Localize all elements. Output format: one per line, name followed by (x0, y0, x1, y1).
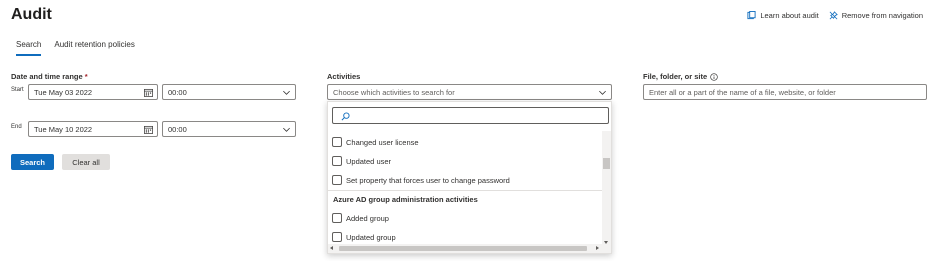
start-date-value: Tue May 03 2022 (34, 87, 93, 97)
file-filter-label-text: File, folder, or site (643, 72, 708, 81)
learn-about-audit-link[interactable]: Learn about audit (747, 11, 819, 20)
end-time-value: 00:00 (168, 124, 187, 134)
activity-option-label: Set property that forces user to change … (346, 175, 510, 185)
checkbox[interactable] (332, 175, 342, 185)
scroll-left-arrow-icon[interactable] (330, 246, 333, 250)
horizontal-scroll-thumb[interactable] (339, 246, 587, 251)
activity-option[interactable]: Changed user license (332, 137, 419, 147)
end-time-dropdown[interactable]: 00:00 (162, 121, 296, 137)
end-date-value: Tue May 10 2022 (34, 124, 93, 134)
learn-about-audit-label: Learn about audit (760, 11, 819, 20)
end-date-input[interactable]: Tue May 10 2022 (28, 121, 158, 137)
search-icon (341, 112, 350, 121)
file-filter-label: File, folder, or site (643, 72, 718, 81)
tab-audit-retention-policies[interactable]: Audit retention policies (54, 40, 135, 56)
unpin-icon (829, 11, 838, 20)
activity-option-label: Changed user license (346, 137, 419, 147)
end-label: End (11, 124, 22, 130)
file-filter-placeholder: Enter all or a part of the name of a fil… (649, 87, 836, 97)
date-range-label-text: Date and time range (11, 72, 83, 81)
calendar-icon[interactable] (144, 88, 153, 97)
start-time-dropdown[interactable]: 00:00 (162, 84, 296, 100)
start-time-value: 00:00 (168, 87, 187, 97)
calendar-icon[interactable] (144, 125, 153, 134)
activity-option-label: Updated group (346, 232, 396, 242)
remove-from-navigation-link[interactable]: Remove from navigation (829, 11, 923, 20)
chevron-down-icon (599, 90, 606, 95)
horizontal-scrollbar[interactable] (328, 244, 611, 253)
activities-label: Activities (327, 72, 361, 81)
activities-dropdown-panel: Changed user license Updated user Set pr… (327, 101, 612, 254)
info-icon[interactable] (710, 72, 718, 81)
page-title: Audit (11, 6, 52, 23)
activity-option-label: Added group (346, 213, 389, 223)
start-label: Start (11, 87, 24, 93)
required-mark: * (84, 72, 88, 81)
activities-search-input[interactable] (332, 107, 609, 124)
group-divider (328, 190, 603, 191)
activity-option-label: Updated user (346, 156, 392, 166)
chevron-down-icon (283, 90, 290, 95)
checkbox[interactable] (332, 213, 342, 223)
activity-group-header: Azure AD group administration activities (333, 195, 478, 204)
tab-bar: Search Audit retention policies (16, 40, 135, 56)
top-links: Learn about audit Remove from navigation (747, 11, 923, 20)
scroll-right-arrow-icon[interactable] (596, 246, 599, 250)
file-folder-site-input[interactable]: Enter all or a part of the name of a fil… (643, 84, 927, 100)
learn-icon (747, 11, 756, 20)
checkbox[interactable] (332, 156, 342, 166)
date-range-label: Date and time range * (11, 72, 88, 81)
search-button[interactable]: Search (11, 154, 54, 170)
activities-placeholder: Choose which activities to search for (333, 87, 455, 97)
activities-dropdown[interactable]: Choose which activities to search for (327, 84, 612, 100)
vertical-scrollbar[interactable] (602, 131, 611, 246)
checkbox[interactable] (332, 232, 342, 242)
activity-option[interactable]: Updated user (332, 156, 391, 166)
chevron-down-icon (283, 127, 290, 132)
activity-option[interactable]: Set property that forces user to change … (332, 175, 510, 185)
start-date-input[interactable]: Tue May 03 2022 (28, 84, 158, 100)
remove-from-navigation-label: Remove from navigation (841, 11, 923, 20)
activity-option[interactable]: Added group (332, 213, 389, 223)
clear-all-button[interactable]: Clear all (62, 154, 110, 170)
vertical-scroll-thumb[interactable] (603, 158, 610, 169)
checkbox[interactable] (332, 137, 342, 147)
activity-option[interactable]: Updated group (332, 232, 396, 242)
tab-search[interactable]: Search (16, 40, 42, 56)
